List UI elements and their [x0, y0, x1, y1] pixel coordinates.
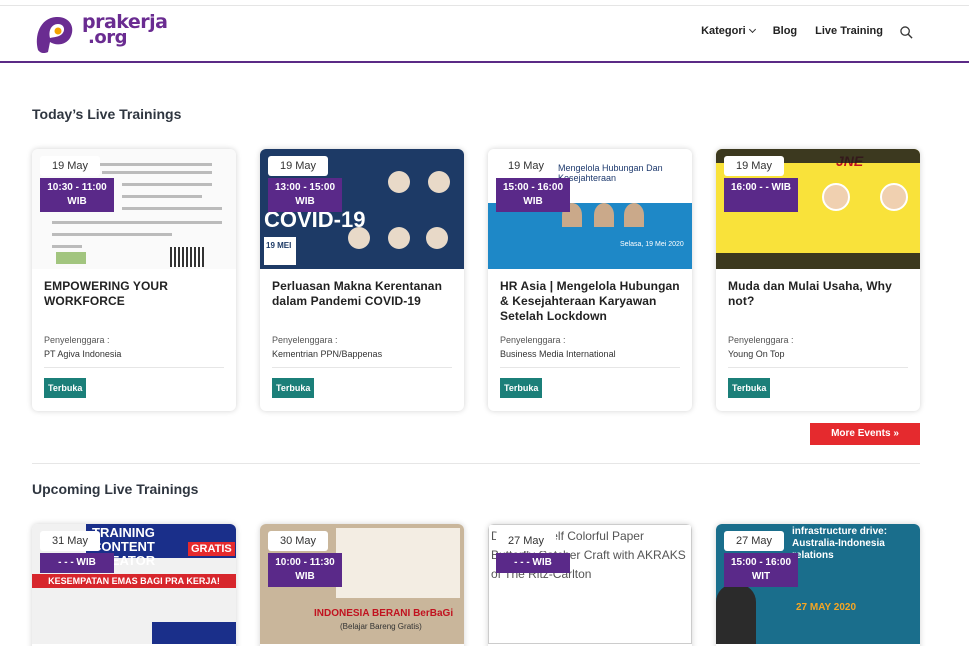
upcoming-card[interactable]: INDONESIA BERANI BerBaGi (Belajar Bareng… — [260, 524, 464, 646]
card-time: 15:00 - 16:00 WIB — [496, 178, 570, 212]
section-divider — [32, 463, 920, 464]
nav-blog[interactable]: Blog — [773, 25, 797, 37]
card-time: 13:00 - 15:00 WIB — [268, 178, 342, 212]
flyer-content-gratis: GRATIS — [188, 542, 235, 556]
card-thumbnail: TRAINING CONTENT CREATOR GRATIS KESEMPAT… — [32, 524, 236, 644]
flyer-hr-title: Mengelola Hubungan Dan Kesejahteraan — [558, 163, 663, 183]
upcoming-card[interactable]: TRAINING CONTENT CREATOR GRATIS KESEMPAT… — [32, 524, 236, 646]
card-date: 27 May — [724, 531, 784, 551]
card-title[interactable]: Muda dan Mulai Usaha, Why not? — [728, 279, 908, 325]
card-org-label: Penyelenggara : — [728, 335, 794, 345]
card-time: 16:00 - - WIB — [724, 178, 798, 212]
card-org-label: Penyelenggara : — [44, 335, 110, 345]
card-time: - - - WIB — [40, 553, 114, 573]
status-badge: Terbuka — [500, 378, 543, 398]
card-divider — [728, 367, 908, 368]
status-badge: Terbuka — [44, 378, 87, 398]
card-thumbnail: 19 May 10:30 - 11:00 WIB — [32, 149, 236, 269]
card-date: 19 May — [40, 156, 100, 176]
flyer-aus-title: infrastructure drive: Australia-Indonesi… — [792, 526, 888, 561]
upcoming-card[interactable]: infrastructure drive: Australia-Indonesi… — [716, 524, 920, 646]
card-org: Kementrian PPN/Bappenas — [272, 349, 383, 359]
card-date: 19 May — [268, 156, 328, 176]
card-date: 19 May — [496, 156, 556, 176]
card-time: - - - WIB — [496, 553, 570, 573]
card-org: PT Agiva Indonesia — [44, 349, 122, 359]
flyer-berani-sub: (Belajar Bareng Gratis) — [340, 622, 422, 631]
card-thumbnail: INDONESIA BERANI BerBaGi (Belajar Bareng… — [260, 524, 464, 644]
card-date: 19 May — [724, 156, 784, 176]
card-thumbnail: COVID-19 19 MEI 19 May 13:00 - 15:00 WIB — [260, 149, 464, 269]
card-date: 30 May — [268, 531, 328, 551]
flyer-covid-date: 19 MEI — [266, 241, 292, 250]
card-date: 27 May — [496, 531, 556, 551]
today-section-title: Today’s Live Trainings — [32, 106, 182, 122]
card-thumbnail: Do-It-Yourself Colorful Paper Butterfly … — [488, 524, 692, 644]
status-badge: Terbuka — [728, 378, 771, 398]
card-date: 31 May — [40, 531, 100, 551]
card-time: 10:00 - 11:30 WIB — [268, 553, 342, 587]
more-events-button[interactable]: More Events » — [810, 423, 920, 445]
chevron-down-icon — [748, 25, 756, 34]
flyer-hr-date: Selasa, 19 Mei 2020 — [620, 241, 684, 248]
card-time: 15:00 - 16:00 WIT — [724, 553, 798, 587]
card-title[interactable]: HR Asia | Mengelola Hubungan & Kesejahte… — [500, 279, 680, 325]
card-thumbnail: infrastructure drive: Australia-Indonesi… — [716, 524, 920, 644]
search-icon[interactable] — [900, 26, 913, 39]
logo-text: prakerja .org — [82, 13, 168, 47]
browser-top-strip — [0, 0, 969, 6]
card-divider — [500, 367, 680, 368]
nav-kategori-label: Kategori — [701, 25, 746, 37]
upcoming-card[interactable]: Do-It-Yourself Colorful Paper Butterfly … — [488, 524, 692, 646]
card-org-label: Penyelenggara : — [272, 335, 338, 345]
card-divider — [272, 367, 452, 368]
card-org: Young On Top — [728, 349, 785, 359]
training-card[interactable]: 19 May 10:30 - 11:00 WIB EMPOWERING YOUR… — [32, 149, 236, 411]
card-title[interactable]: EMPOWERING YOUR WORKFORCE — [44, 279, 224, 325]
flyer-berani-title: INDONESIA BERANI BerBaGi — [314, 608, 454, 619]
status-badge: Terbuka — [272, 378, 315, 398]
nav-live-training[interactable]: Live Training — [815, 25, 883, 37]
training-card[interactable]: Mengelola Hubungan Dan Kesejahteraan Sel… — [488, 149, 692, 411]
site-header: prakerja .org Kategori Blog Live Trainin… — [0, 7, 969, 63]
card-divider — [44, 367, 224, 368]
logo-mark-icon — [36, 16, 73, 54]
card-thumbnail: JNE 19 May 16:00 - - WIB — [716, 149, 920, 269]
flyer-aus-date: 27 MAY 2020 — [796, 602, 857, 613]
main-nav: Kategori Blog Live Training — [701, 25, 883, 37]
prakerja-logo[interactable]: prakerja .org — [32, 12, 168, 56]
upcoming-section-title: Upcoming Live Trainings — [32, 481, 199, 497]
nav-kategori[interactable]: Kategori — [701, 25, 756, 37]
card-title[interactable]: Perluasan Makna Kerentanan dalam Pandemi… — [272, 279, 452, 325]
card-org: Business Media International — [500, 349, 616, 359]
card-time: 10:30 - 11:00 WIB — [40, 178, 114, 212]
training-card[interactable]: JNE 19 May 16:00 - - WIB Muda dan Mulai … — [716, 149, 920, 411]
card-org-label: Penyelenggara : — [500, 335, 566, 345]
training-card[interactable]: COVID-19 19 MEI 19 May 13:00 - 15:00 WIB… — [260, 149, 464, 411]
card-thumbnail: Mengelola Hubungan Dan Kesejahteraan Sel… — [488, 149, 692, 269]
flyer-content-tag: KESEMPATAN EMAS BAGI PRA KERJA! — [32, 574, 236, 588]
